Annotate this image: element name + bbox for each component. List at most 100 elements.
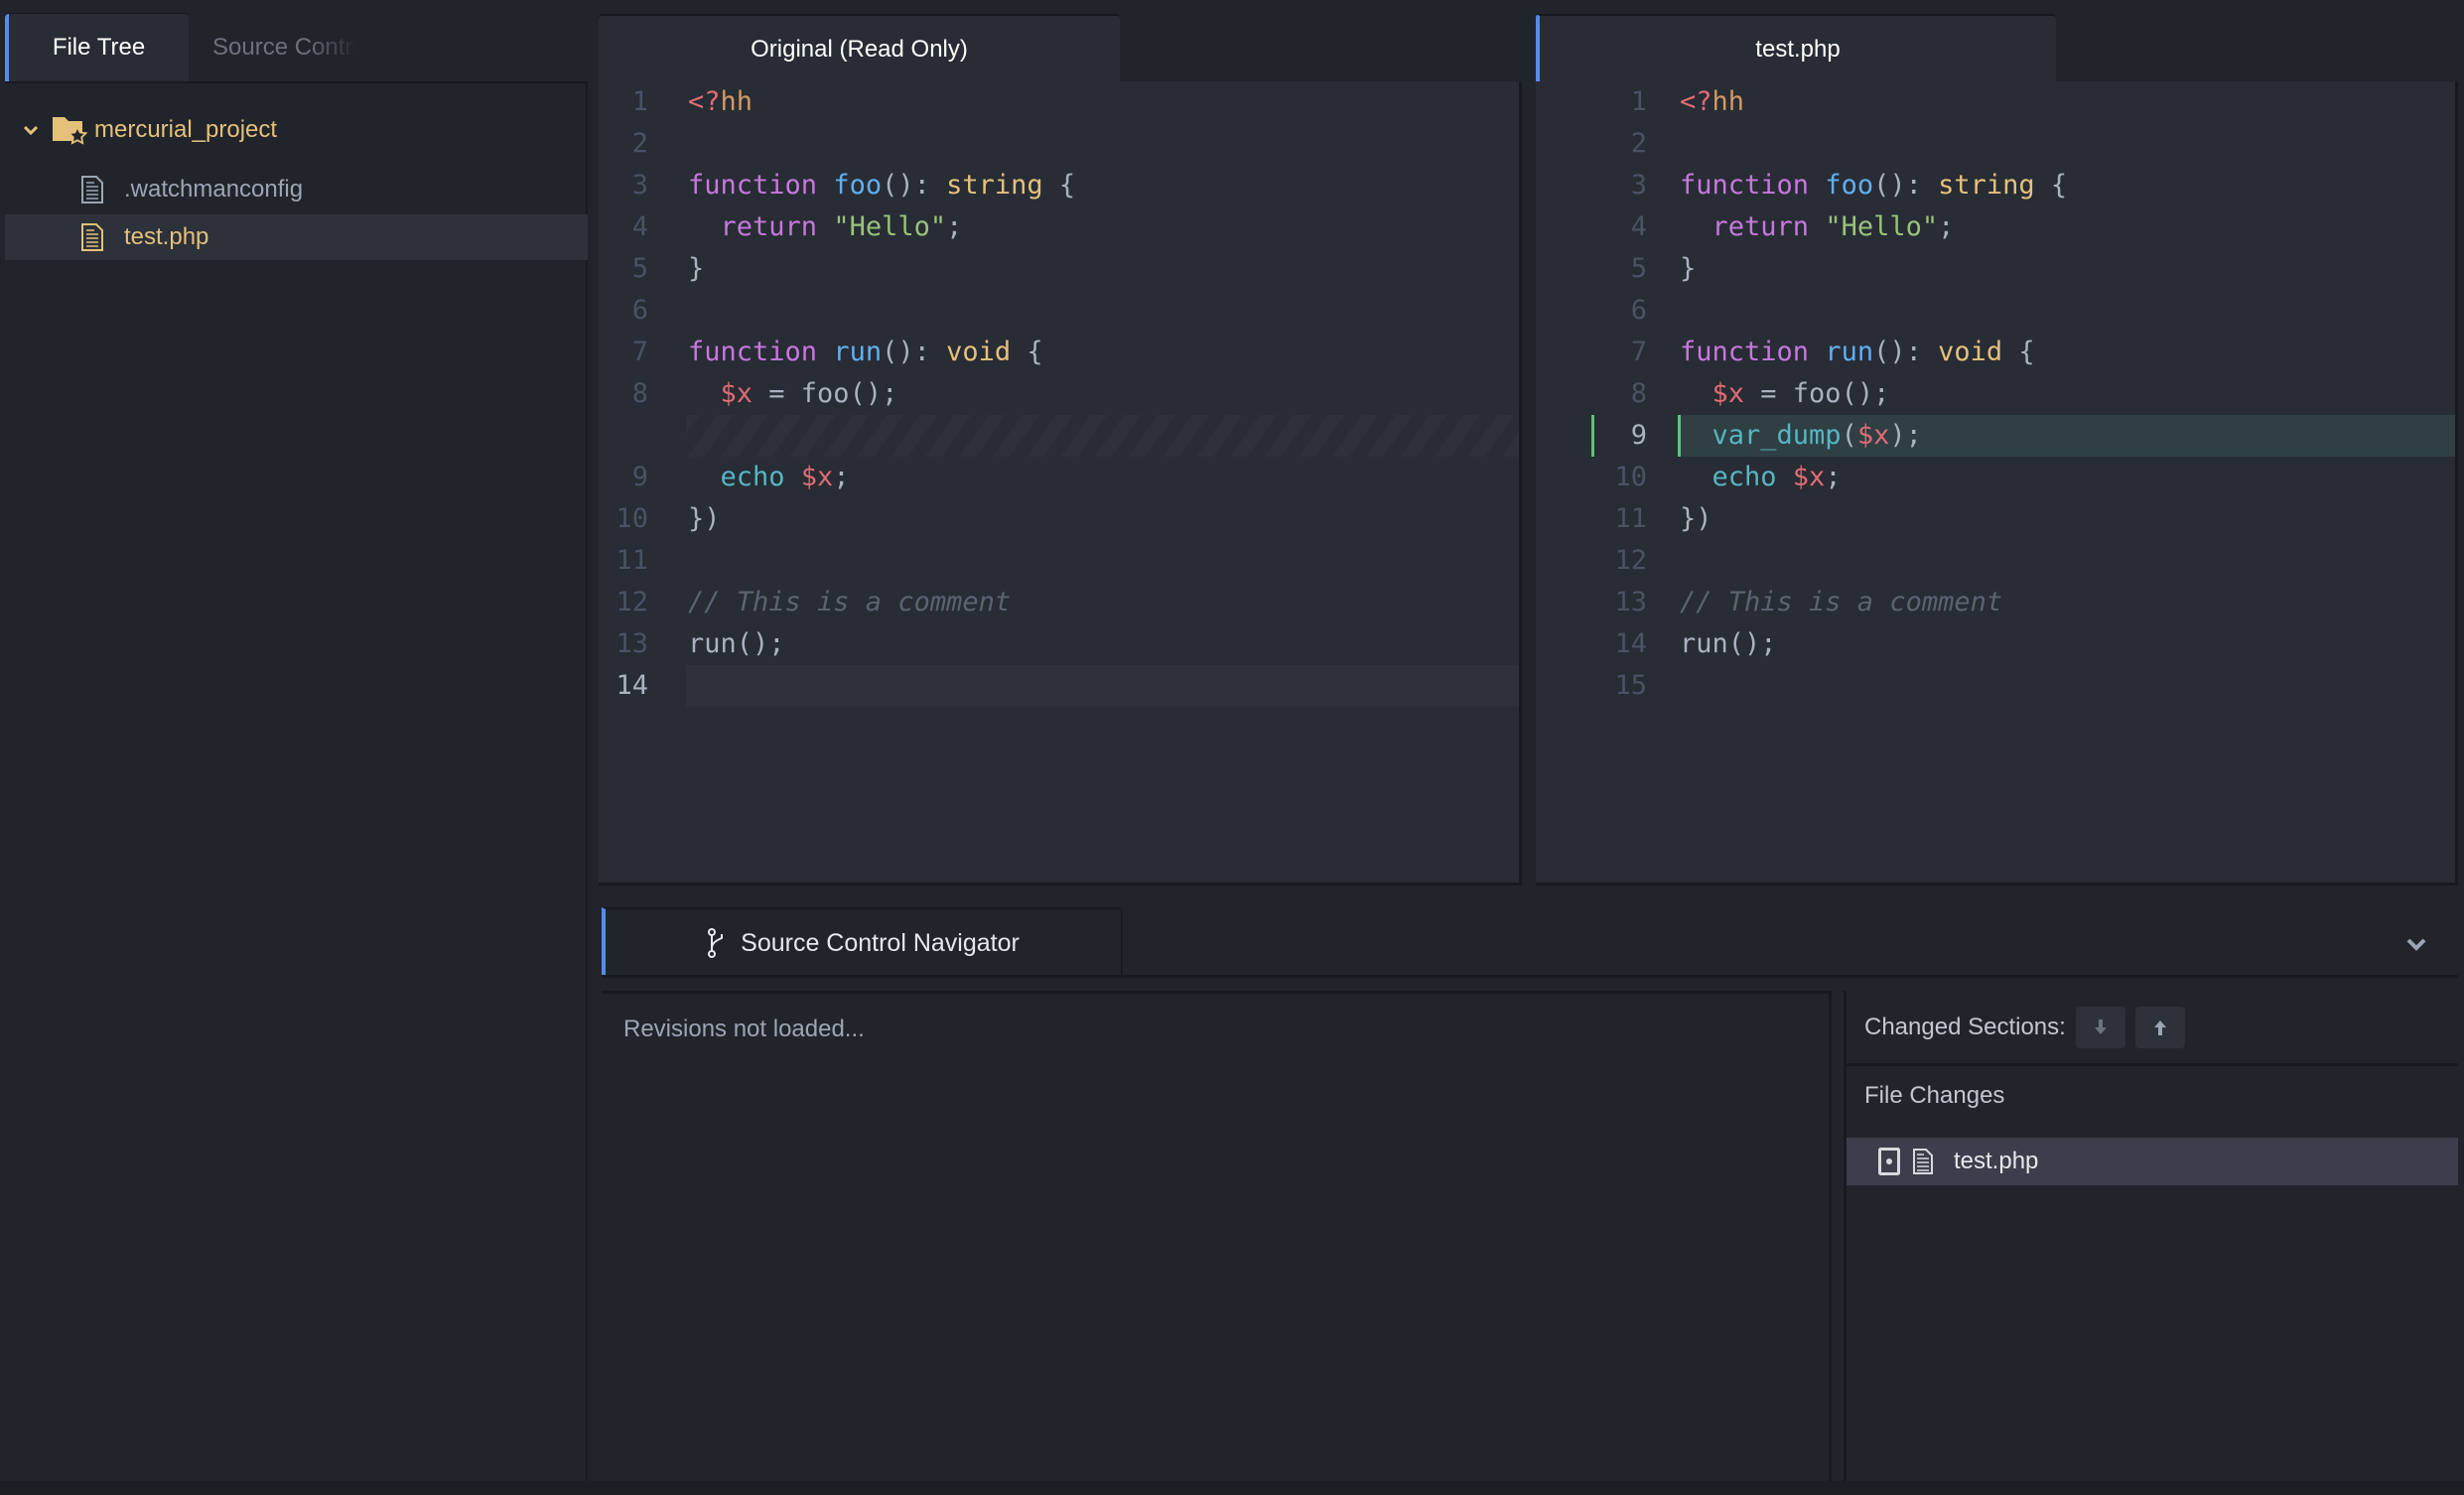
tree-root-folder[interactable]: mercurial_project <box>5 107 588 153</box>
code-line[interactable]: 2 <box>599 123 1519 165</box>
removed-region-hatch <box>686 415 1519 457</box>
added-gutter-marker <box>1591 415 1594 457</box>
next-section-button[interactable] <box>2075 1006 2125 1048</box>
code-token: function <box>688 337 834 367</box>
diff-placeholder-line[interactable] <box>599 415 1519 457</box>
line-number: 14 <box>1614 628 1647 659</box>
code-text: $x = foo(); <box>688 373 898 415</box>
code-token: (): <box>882 170 947 201</box>
code-line[interactable]: 6 <box>599 290 1519 332</box>
line-number: 13 <box>1614 587 1647 617</box>
code-token: }) <box>688 503 721 534</box>
code-line[interactable]: 2 <box>1536 123 2455 165</box>
code-text: function foo(): string { <box>688 165 1075 206</box>
git-branch-icon <box>707 928 729 958</box>
bottom-tab-label: Source Control Navigator <box>741 928 1020 957</box>
modified-editor[interactable]: 1 <?hh 2 3 function foo(): string {4 return … <box>1536 81 2458 885</box>
line-number: 10 <box>1614 462 1647 492</box>
tree-file-row[interactable]: .watchmanconfig <box>5 167 588 212</box>
code-line[interactable]: 12 // This is a comment <box>599 582 1519 623</box>
code-token: echo <box>720 462 801 492</box>
code-line[interactable]: 12 <box>1536 540 2455 582</box>
code-line[interactable]: 1 <?hh <box>1536 81 2455 123</box>
tree-file-label: .watchmanconfig <box>124 176 304 203</box>
code-line[interactable]: 9 echo $x; <box>599 457 1519 498</box>
code-line[interactable]: 10 echo $x; <box>1536 457 2455 498</box>
code-token: // This is a comment <box>688 587 1012 617</box>
line-number: 8 <box>631 378 648 409</box>
code-token: (): <box>1873 337 1939 367</box>
line-number: 11 <box>616 545 648 576</box>
code-line[interactable]: 1 <?hh <box>599 81 1519 123</box>
code-token: ; <box>946 211 963 242</box>
changed-sections-bar: Changed Sections: <box>1847 991 2458 1066</box>
tree-file-label: test.php <box>124 223 209 250</box>
code-line[interactable]: 3 function foo(): string { <box>599 165 1519 206</box>
code-line[interactable]: 14 run(); <box>1536 623 2455 665</box>
code-line[interactable]: 3 function foo(): string { <box>1536 165 2455 206</box>
tab-source-control-navigator[interactable]: Source Control Navigator <box>602 907 1123 977</box>
code-line[interactable]: 11 <box>599 540 1519 582</box>
code-text: }) <box>688 498 721 540</box>
code-token: <? <box>1680 86 1712 117</box>
line-number: 5 <box>631 253 648 284</box>
prev-section-button[interactable] <box>2134 1006 2185 1048</box>
chevron-down-icon[interactable] <box>19 124 43 136</box>
revisions-panel: Revisions not loaded... <box>602 991 1832 1481</box>
code-line[interactable]: 7 function run(): void { <box>599 332 1519 373</box>
code-line[interactable]: 13 // This is a comment <box>1536 582 2455 623</box>
tree-root-label: mercurial_project <box>94 116 278 143</box>
tab-file-tree[interactable]: File Tree <box>5 14 189 81</box>
code-token: "Hello" <box>833 211 947 242</box>
code-line[interactable]: 8 $x = foo(); <box>599 373 1519 415</box>
code-line[interactable]: 14 <box>599 665 1519 707</box>
line-number: 7 <box>1630 337 1647 367</box>
code-line[interactable]: 10}) <box>599 498 1519 540</box>
code-token: = foo(); <box>1744 378 1890 409</box>
file-changes-label: File Changes <box>1864 1082 2005 1109</box>
code-token: (): <box>1873 170 1939 201</box>
chevron-down-icon[interactable] <box>2396 929 2436 959</box>
code-line[interactable]: 7 function run(): void { <box>1536 332 2455 373</box>
tab-source-control[interactable]: Source Control <box>189 14 357 81</box>
code-line[interactable]: 9 var_dump($x); <box>1536 415 2455 457</box>
line-number: 3 <box>631 170 648 201</box>
code-text: <?hh <box>688 81 753 123</box>
original-editor[interactable]: 1 <?hh 2 3 function foo(): string {4 return … <box>599 81 1522 885</box>
code-token: ); <box>1889 420 1922 451</box>
code-line[interactable]: 8 $x = foo(); <box>1536 373 2455 415</box>
code-token: } <box>1680 253 1697 284</box>
cursor-line-highlight <box>686 665 1519 707</box>
code-line[interactable]: 5} <box>1536 248 2455 290</box>
code-line[interactable]: 5} <box>599 248 1519 290</box>
line-number: 9 <box>1630 420 1647 451</box>
code-line[interactable]: 15 <box>1536 665 2455 707</box>
code-line[interactable]: 6 <box>1536 290 2455 332</box>
code-text: function foo(): string { <box>1680 165 2067 206</box>
code-text: return "Hello"; <box>1680 206 1955 248</box>
tab-original-read-only[interactable]: Original (Read Only) <box>599 14 1120 83</box>
line-number: 9 <box>631 462 648 492</box>
arrow-up-icon <box>2153 1019 2166 1035</box>
line-number: 5 <box>1630 253 1647 284</box>
code-line[interactable]: 4 return "Hello"; <box>599 206 1519 248</box>
modified-status-icon <box>1878 1148 1900 1175</box>
file-change-row[interactable]: test.php <box>1847 1138 2458 1185</box>
changed-sections-panel: Changed Sections: File Changes test.php <box>1844 991 2458 1481</box>
code-line[interactable]: 11}) <box>1536 498 2455 540</box>
tree-file-row-selected[interactable]: test.php <box>5 214 588 260</box>
code-token: foo <box>833 170 883 201</box>
code-line[interactable]: 4 return "Hello"; <box>1536 206 2455 248</box>
status-bar <box>0 1481 2464 1495</box>
code-text: echo $x; <box>1680 457 1842 498</box>
line-number: 2 <box>631 128 648 159</box>
code-token: return <box>1711 211 1826 242</box>
code-line[interactable]: 13 run(); <box>599 623 1519 665</box>
tab-test-php[interactable]: test.php <box>1536 14 2056 83</box>
line-number: 12 <box>1614 545 1647 576</box>
code-token: string <box>1938 170 2035 201</box>
code-token: echo <box>1711 462 1793 492</box>
code-token: run(); <box>688 628 785 659</box>
